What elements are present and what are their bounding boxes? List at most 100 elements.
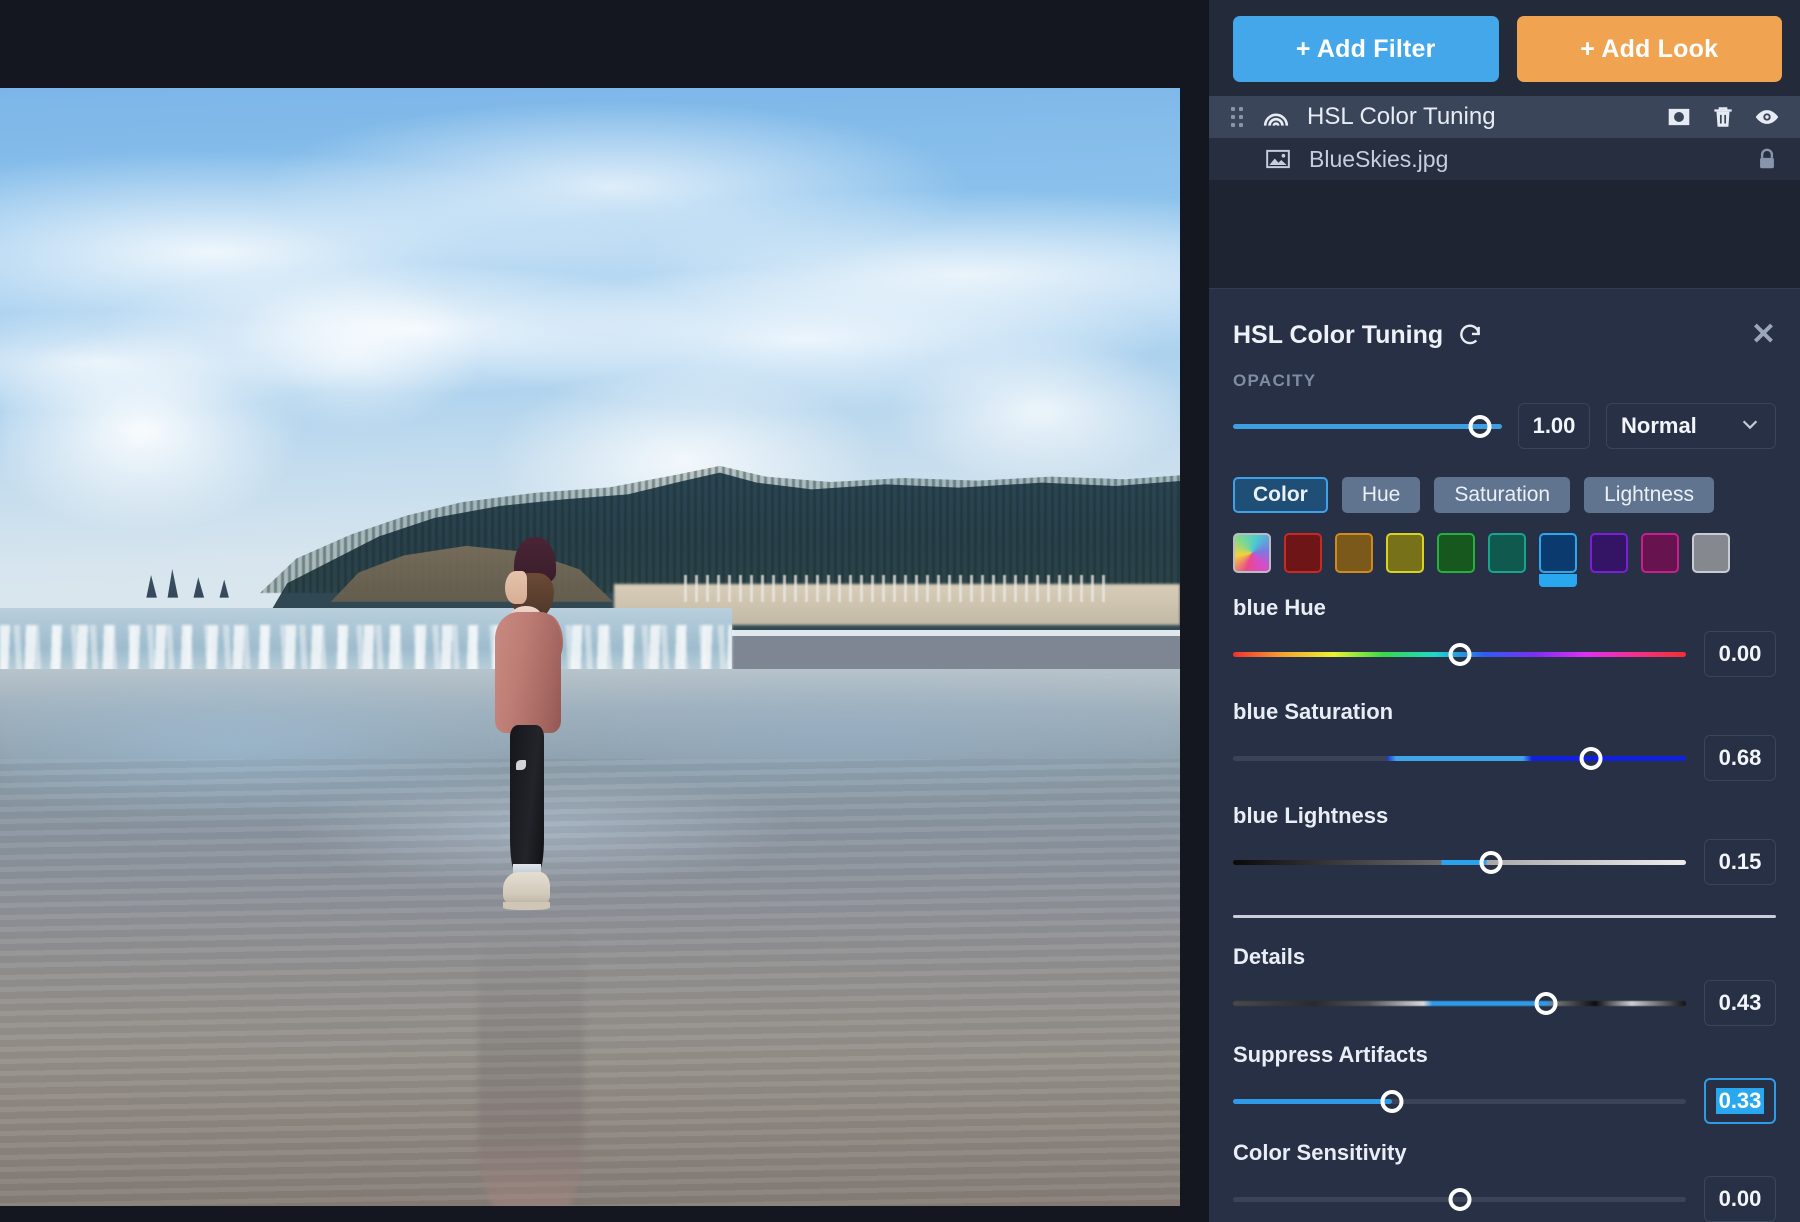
chevron-down-icon [1739,413,1761,440]
suppress-artifacts-fill [1233,1099,1392,1104]
tab-saturation[interactable]: Saturation [1434,477,1570,513]
right-panel: + Add Filter + Add Look HSL Color Tuning [1209,0,1800,1222]
lightness-track [1233,860,1686,865]
swatch-magenta[interactable] [1641,533,1679,573]
property-color-sensitivity: Color Sensitivity 0.00 [1233,1140,1776,1222]
layer-image-label: BlueSkies.jpg [1309,146,1736,173]
rainbow-arc-icon [1263,104,1289,130]
blue-lightness-knob[interactable] [1480,851,1503,874]
lock-icon[interactable] [1754,146,1780,172]
layer-row-filter[interactable]: HSL Color Tuning [1209,96,1800,138]
opacity-track [1233,424,1502,429]
canvas-photo[interactable] [0,88,1180,1206]
settings-title: HSL Color Tuning [1233,321,1443,350]
property-row: 0.43 [1233,980,1776,1026]
property-details: Details 0.43 [1233,944,1776,1026]
pink-jacket [495,612,561,733]
filter-settings-panel: HSL Color Tuning ✕ OPACITY 1.00 Normal [1209,288,1800,1222]
image-canvas[interactable] [0,0,1209,1222]
color-sensitivity-value-input[interactable]: 0.00 [1704,1176,1776,1222]
swatch-red[interactable] [1284,533,1322,573]
property-label: blue Lightness [1233,803,1776,829]
opacity-slider[interactable] [1233,413,1502,439]
property-row: 0.00 [1233,631,1776,677]
layer-filter-label: HSL Color Tuning [1307,103,1648,131]
blue-hue-slider[interactable] [1233,641,1686,667]
blend-mode-value: Normal [1621,413,1697,439]
property-suppress-artifacts: Suppress Artifacts 0.33 [1233,1042,1776,1124]
property-label: Color Sensitivity [1233,1140,1776,1166]
tab-hue[interactable]: Hue [1342,477,1421,513]
suppress-artifacts-knob[interactable] [1380,1090,1403,1113]
tab-lightness[interactable]: Lightness [1584,477,1714,513]
layer-row-image[interactable]: BlueSkies.jpg [1209,138,1800,180]
trash-icon[interactable] [1710,104,1736,130]
settings-header: HSL Color Tuning ✕ [1233,305,1776,365]
swatch-yellow[interactable] [1386,533,1424,573]
property-label: blue Hue [1233,595,1776,621]
blue-saturation-value-input[interactable]: 0.68 [1704,735,1776,781]
top-actions: + Add Filter + Add Look [1209,0,1800,96]
color-sensitivity-knob[interactable] [1448,1188,1471,1211]
swatch-blue[interactable] [1539,533,1577,573]
mask-icon[interactable] [1666,104,1692,130]
property-row: 0.00 [1233,1176,1776,1222]
property-row: 0.15 [1233,839,1776,885]
property-label: blue Saturation [1233,699,1776,725]
person-reflection [478,929,584,1206]
person-figure [478,537,584,928]
opacity-value-input[interactable]: 1.00 [1518,403,1590,449]
property-blue-hue: blue Hue 0.00 [1233,595,1776,677]
property-label: Suppress Artifacts [1233,1042,1776,1068]
property-label: Details [1233,944,1776,970]
swatch-purple[interactable] [1590,533,1628,573]
property-blue-saturation: blue Saturation 0.68 [1233,699,1776,781]
layer-filter-actions [1666,104,1780,130]
property-row: 0.68 [1233,735,1776,781]
opacity-row: 1.00 Normal [1233,403,1776,449]
tab-color[interactable]: Color [1233,477,1328,513]
reset-icon[interactable] [1457,322,1483,348]
blend-mode-select[interactable]: Normal [1606,403,1776,449]
swatch-gray[interactable] [1692,533,1730,573]
swatch-all-colors[interactable] [1233,533,1271,573]
saturation-track [1233,756,1686,761]
section-divider [1233,915,1776,918]
image-icon [1265,146,1291,172]
app-root: + Add Filter + Add Look HSL Color Tuning [0,0,1800,1222]
swatch-green[interactable] [1437,533,1475,573]
leggings [510,725,544,870]
add-filter-button[interactable]: + Add Filter [1233,16,1499,82]
blue-saturation-slider[interactable] [1233,745,1686,771]
empty-layer-space [1209,180,1800,288]
details-track [1233,1001,1686,1006]
blue-hue-knob[interactable] [1448,643,1471,666]
face [505,571,526,604]
swatch-orange[interactable] [1335,533,1373,573]
suppress-artifacts-slider[interactable] [1233,1088,1686,1114]
details-value-input[interactable]: 0.43 [1704,980,1776,1026]
blue-hue-value-input[interactable]: 0.00 [1704,631,1776,677]
channel-tabs: Color Hue Saturation Lightness [1233,477,1776,513]
distant-houses [684,575,1109,602]
property-blue-lightness: blue Lightness 0.15 [1233,803,1776,885]
details-slider[interactable] [1233,990,1686,1016]
sand-sheen [0,759,1180,1206]
blue-saturation-knob[interactable] [1579,747,1602,770]
opacity-label: OPACITY [1233,371,1776,391]
color-swatches [1233,533,1776,573]
blue-lightness-slider[interactable] [1233,849,1686,875]
swatch-aqua[interactable] [1488,533,1526,573]
boot-sole [503,902,550,910]
color-sensitivity-slider[interactable] [1233,1186,1686,1212]
suppress-artifacts-value-input[interactable]: 0.33 [1704,1078,1776,1124]
close-icon[interactable]: ✕ [1751,320,1776,350]
blue-lightness-value-input[interactable]: 0.15 [1704,839,1776,885]
drag-handle-icon[interactable] [1231,107,1245,127]
property-row: 0.33 [1233,1078,1776,1124]
selected-value-text: 0.33 [1716,1088,1765,1114]
visibility-eye-icon[interactable] [1754,104,1780,130]
add-look-button[interactable]: + Add Look [1517,16,1783,82]
details-knob[interactable] [1534,992,1557,1015]
opacity-knob[interactable] [1469,415,1492,438]
